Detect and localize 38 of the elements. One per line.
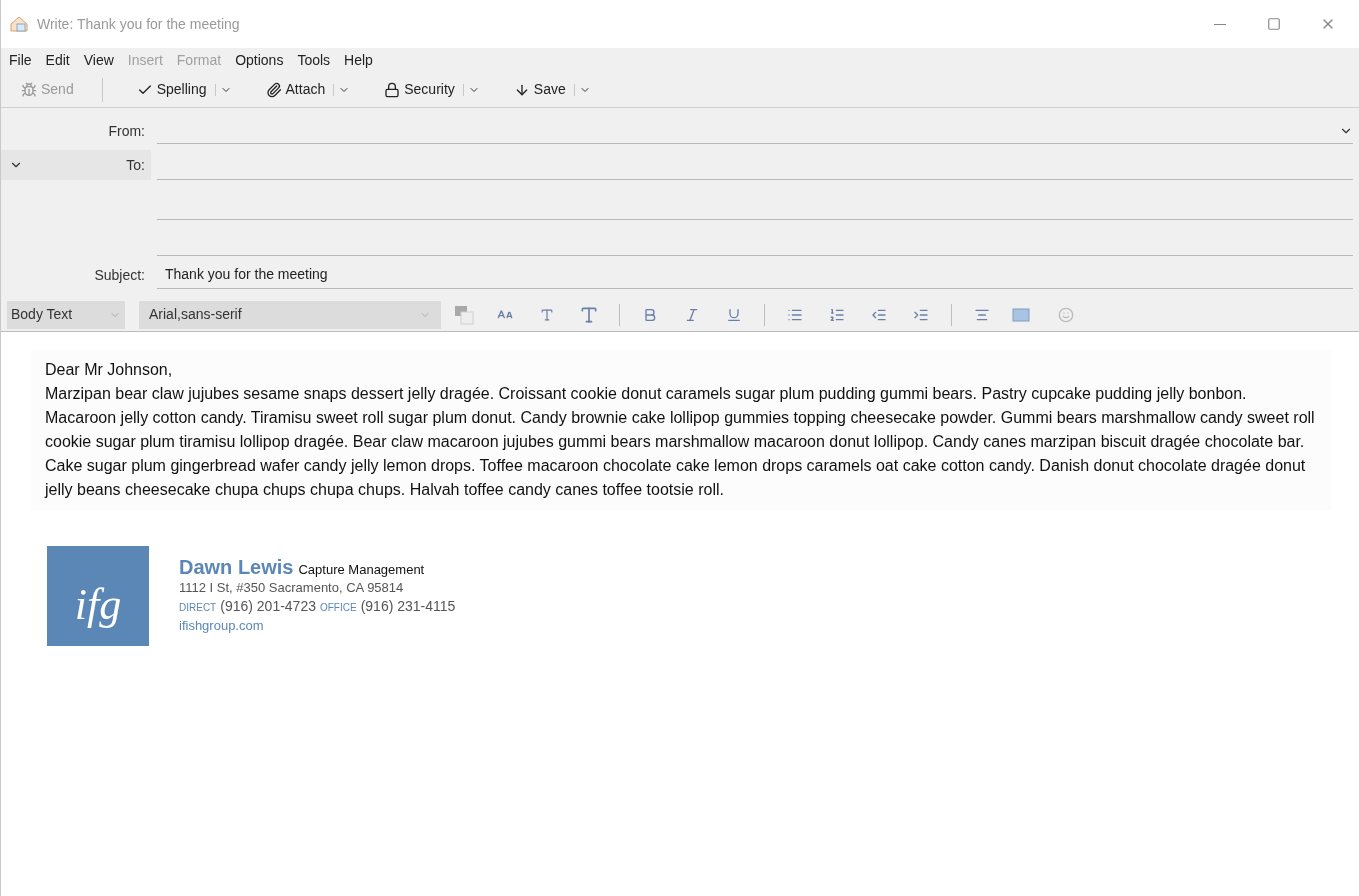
menu-item[interactable]: Tools <box>297 49 331 71</box>
menu-item[interactable]: Options <box>235 49 284 71</box>
dropdown-caret[interactable] <box>214 83 232 96</box>
paperclip-icon <box>265 81 282 98</box>
toolbar-button[interactable]: Attach <box>265 79 334 100</box>
direct-label: DIRECT <box>179 601 217 615</box>
dropdown-caret[interactable] <box>573 83 591 96</box>
body-paragraph: Marzipan bear claw jujubes sesame snaps dessert jelly dragée. Croissant cookie donut caramels sugar plum pudding gummi bears. Pastry cupcake pudding jelly bonbon. Macaroon jelly cotton candy. Tiramisu sweet roll sugar plum donut. Candy brownie cake lollipop gummies topping cheesecake powder. Gummi bears marshmallow candy sweet roll cookie sugar plum tiramisu lollipop dragée. Bear claw macaroon jujubes gummi bears marshmallow macaroon donut lollipop. Candy canes marzipan biscuit dragée chocolate bar. Cake sugar plum gingerbread wafer candy jelly lemon drops. Toffee macaroon chocolate cake lemon drops caramels oat cake cotton candy. Danish donut chocolate dragée donut jelly beans cheesecake chupa chups chupa chups. Halvah toffee candy canes toffee tootsie roll. <box>45 384 1316 500</box>
dropdown-caret[interactable] <box>462 83 480 96</box>
from-label: From: <box>107 121 146 141</box>
maximize-icon <box>1267 17 1281 31</box>
greeting: Dear Mr Johnson, <box>45 360 174 380</box>
app-icon <box>9 15 29 33</box>
font-dropdown[interactable]: Arial,sans-serif <box>139 300 441 329</box>
menu-item[interactable]: View <box>83 49 114 71</box>
toolbar-button[interactable]: Spelling <box>136 79 215 100</box>
company-logo: ifg <box>47 546 149 646</box>
window-title: Write: Thank you for the meeting <box>37 14 240 34</box>
toolbar-button[interactable]: Save <box>513 79 574 100</box>
dropdown-caret[interactable] <box>333 83 351 96</box>
toolbar-button[interactable]: Security <box>384 79 463 100</box>
direct-phone: (916) 201-4723 <box>220 597 316 615</box>
to-label: To: <box>125 155 146 175</box>
website-link[interactable]: ifishgroup.com <box>179 617 456 635</box>
lock-icon <box>384 81 401 98</box>
menu-item[interactable]: Help <box>344 49 373 71</box>
paragraph-style-dropdown[interactable]: Body Text <box>7 300 125 329</box>
office-label: OFFICE <box>320 601 357 615</box>
menu-item[interactable]: File <box>9 49 32 71</box>
text-color-icon[interactable] <box>453 303 475 326</box>
menu-item[interactable]: Edit <box>45 49 70 71</box>
subject-label: Subject: <box>93 265 146 285</box>
office-phone: (916) 231-4115 <box>360 597 456 615</box>
signature-address: 1112 I St, #350 Sacramento, CA 95814 <box>179 579 405 597</box>
signature-name: Dawn Lewis <box>179 558 294 576</box>
minimize-icon <box>1214 23 1226 25</box>
signature-role: Capture Management <box>298 561 425 579</box>
subject-field[interactable]: Thank you for the meeting <box>157 261 1353 289</box>
